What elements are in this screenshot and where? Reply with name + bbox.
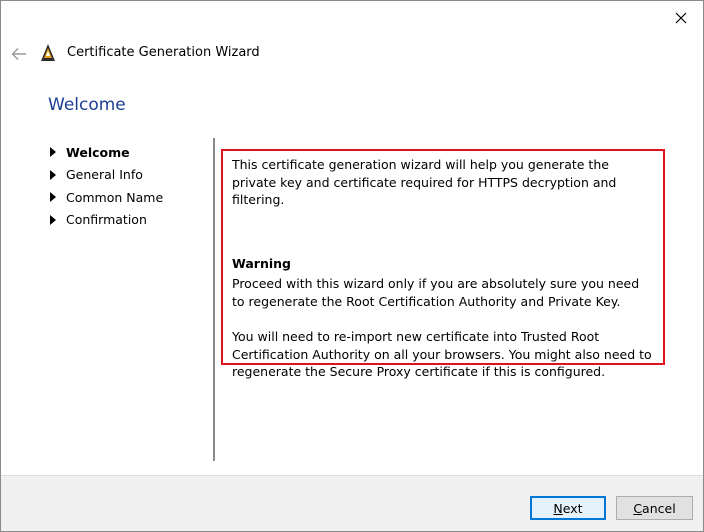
step-common-name: Common Name xyxy=(50,186,163,209)
app-logo-icon xyxy=(41,44,55,61)
next-button[interactable]: Next xyxy=(530,496,606,520)
welcome-content: This certificate generation wizard will … xyxy=(221,149,665,379)
wizard-window: Certificate Generation Wizard Welcome We… xyxy=(0,0,704,532)
caret-right-icon xyxy=(50,147,56,158)
close-icon xyxy=(675,12,687,24)
warning-text-2: You will need to re-import new certifica… xyxy=(232,329,652,379)
wizard-header: Certificate Generation Wizard xyxy=(1,39,703,69)
close-button[interactable] xyxy=(663,5,699,31)
cancel-button[interactable]: Cancel xyxy=(616,496,693,520)
step-label: Confirmation xyxy=(66,212,147,228)
step-confirmation: Confirmation xyxy=(50,209,163,232)
back-arrow-icon xyxy=(11,48,26,60)
warning-heading: Warning xyxy=(232,255,291,271)
step-label: General Info xyxy=(66,167,143,183)
step-welcome: Welcome xyxy=(50,141,163,164)
back-button[interactable] xyxy=(7,42,31,66)
cancel-accelerator: C xyxy=(633,500,643,516)
next-label-rest: ext xyxy=(562,500,583,516)
caret-right-icon xyxy=(50,192,56,203)
wizard-steps: Welcome General Info Common Name Confirm… xyxy=(50,141,163,231)
cancel-label-rest: ancel xyxy=(642,500,676,516)
warning-text-1: Proceed with this wizard only if you are… xyxy=(232,276,640,309)
intro-text: This certificate generation wizard will … xyxy=(232,157,617,207)
step-general-info: General Info xyxy=(50,164,163,187)
window-title: Certificate Generation Wizard xyxy=(67,45,260,60)
step-label: Common Name xyxy=(66,189,164,205)
vertical-divider xyxy=(213,138,215,461)
step-label: Welcome xyxy=(66,144,130,160)
next-accelerator: N xyxy=(553,500,563,516)
caret-right-icon xyxy=(50,169,56,180)
page-title: Welcome xyxy=(48,95,126,115)
caret-right-icon xyxy=(50,214,56,225)
button-bar: Next Cancel xyxy=(1,475,703,531)
